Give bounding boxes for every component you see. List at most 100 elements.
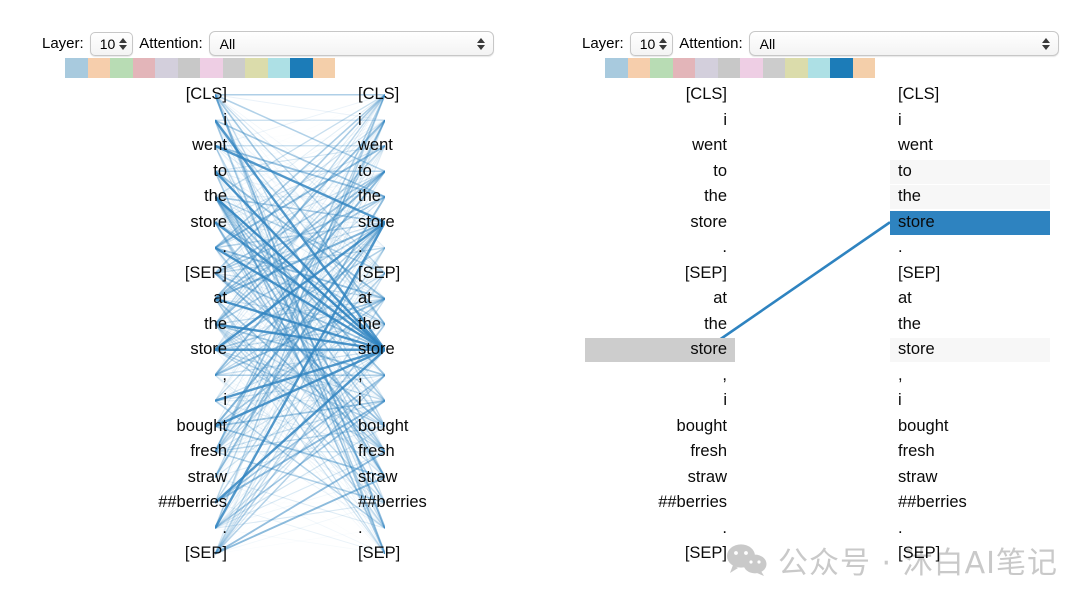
source-token-left-8[interactable]: at xyxy=(90,286,235,312)
target-token-left-13[interactable]: bought xyxy=(350,414,495,440)
target-token-right-16[interactable]: ##berries xyxy=(890,490,1050,516)
head-swatch-10[interactable] xyxy=(830,58,853,78)
stepper-arrows-icon[interactable] xyxy=(659,35,668,53)
layer-stepper-right[interactable]: 10 xyxy=(629,31,674,56)
target-token-left-11[interactable]: , xyxy=(350,363,495,389)
chevron-up-icon[interactable] xyxy=(119,37,128,43)
target-token-right-5[interactable]: store xyxy=(890,210,1050,236)
source-token-right-10[interactable]: store xyxy=(585,337,735,363)
chevron-down-icon[interactable] xyxy=(119,44,128,50)
head-swatch-11[interactable] xyxy=(312,58,335,78)
target-token-right-11[interactable]: , xyxy=(890,363,1050,389)
head-swatch-3[interactable] xyxy=(672,58,695,78)
target-token-right-7[interactable]: [SEP] xyxy=(890,261,1050,287)
head-color-strip-right[interactable] xyxy=(605,58,875,78)
select-arrows-icon[interactable] xyxy=(476,35,485,53)
head-swatch-1[interactable] xyxy=(87,58,110,78)
source-token-left-13[interactable]: bought xyxy=(90,414,235,440)
target-token-left-3[interactable]: to xyxy=(350,159,495,185)
head-swatch-6[interactable] xyxy=(200,58,223,78)
source-token-left-18[interactable]: [SEP] xyxy=(90,541,235,567)
token-label: store xyxy=(690,212,727,231)
target-token-right-14[interactable]: fresh xyxy=(890,439,1050,465)
chevron-down-icon[interactable] xyxy=(659,44,668,50)
source-token-left-15[interactable]: straw xyxy=(90,465,235,491)
target-token-right-13[interactable]: bought xyxy=(890,414,1050,440)
head-swatch-9[interactable] xyxy=(267,58,290,78)
target-token-left-17[interactable]: . xyxy=(350,516,495,542)
source-token-left-9[interactable]: the xyxy=(90,312,235,338)
target-token-left-9[interactable]: the xyxy=(350,312,495,338)
head-swatch-2[interactable] xyxy=(650,58,673,78)
source-token-left-11[interactable]: , xyxy=(90,363,235,389)
target-token-left-7[interactable]: [SEP] xyxy=(350,261,495,287)
head-swatch-8[interactable] xyxy=(785,58,808,78)
target-token-right-12[interactable]: i xyxy=(890,388,1050,414)
chevron-down-icon[interactable] xyxy=(1041,44,1050,50)
head-swatch-0[interactable] xyxy=(65,58,88,78)
chevron-up-icon[interactable] xyxy=(476,37,485,43)
target-token-left-18[interactable]: [SEP] xyxy=(350,541,495,567)
target-token-right-1[interactable]: i xyxy=(890,108,1050,134)
target-token-left-15[interactable]: straw xyxy=(350,465,495,491)
chevron-up-icon[interactable] xyxy=(659,37,668,43)
source-token-left-7[interactable]: [SEP] xyxy=(90,261,235,287)
target-token-right-8[interactable]: at xyxy=(890,286,1050,312)
source-token-left-10[interactable]: store xyxy=(90,337,235,363)
head-swatch-7[interactable] xyxy=(762,58,785,78)
target-token-left-10[interactable]: store xyxy=(350,337,495,363)
head-swatch-3[interactable] xyxy=(132,58,155,78)
target-token-right-6[interactable]: . xyxy=(890,235,1050,261)
source-token-left-6[interactable]: . xyxy=(90,235,235,261)
layer-stepper-left[interactable]: 10 xyxy=(89,31,134,56)
chevron-down-icon[interactable] xyxy=(476,44,485,50)
target-token-left-5[interactable]: store xyxy=(350,210,495,236)
target-token-left-6[interactable]: . xyxy=(350,235,495,261)
attention-select-right[interactable]: All xyxy=(748,31,1059,56)
attention-select-left[interactable]: All xyxy=(208,31,494,56)
target-token-right-0[interactable]: [CLS] xyxy=(890,82,1050,108)
chevron-up-icon[interactable] xyxy=(1041,37,1050,43)
source-token-left-0[interactable]: [CLS] xyxy=(90,82,235,108)
select-arrows-icon[interactable] xyxy=(1041,35,1050,53)
head-swatch-2[interactable] xyxy=(110,58,133,78)
source-token-left-3[interactable]: to xyxy=(90,159,235,185)
head-swatch-5[interactable] xyxy=(177,58,200,78)
target-token-left-4[interactable]: the xyxy=(350,184,495,210)
stepper-arrows-icon[interactable] xyxy=(119,35,128,53)
source-token-left-14[interactable]: fresh xyxy=(90,439,235,465)
source-token-left-5[interactable]: store xyxy=(90,210,235,236)
target-token-right-4[interactable]: the xyxy=(890,184,1050,210)
target-token-left-2[interactable]: went xyxy=(350,133,495,159)
source-token-left-17[interactable]: . xyxy=(90,516,235,542)
head-swatch-4[interactable] xyxy=(155,58,178,78)
target-token-left-0[interactable]: [CLS] xyxy=(350,82,495,108)
target-token-left-1[interactable]: i xyxy=(350,108,495,134)
target-token-right-10[interactable]: store xyxy=(890,337,1050,363)
source-token-left-4[interactable]: the xyxy=(90,184,235,210)
head-swatch-10[interactable] xyxy=(290,58,313,78)
target-token-right-2[interactable]: went xyxy=(890,133,1050,159)
target-token-right-15[interactable]: straw xyxy=(890,465,1050,491)
source-token-left-16[interactable]: ##berries xyxy=(90,490,235,516)
head-swatch-7[interactable] xyxy=(222,58,245,78)
source-token-left-1[interactable]: i xyxy=(90,108,235,134)
head-swatch-0[interactable] xyxy=(605,58,628,78)
head-swatch-1[interactable] xyxy=(627,58,650,78)
head-swatch-6[interactable] xyxy=(740,58,763,78)
target-token-left-8[interactable]: at xyxy=(350,286,495,312)
target-token-left-12[interactable]: i xyxy=(350,388,495,414)
head-swatch-5[interactable] xyxy=(717,58,740,78)
head-swatch-11[interactable] xyxy=(852,58,875,78)
target-token-left-16[interactable]: ##berries xyxy=(350,490,495,516)
head-swatch-8[interactable] xyxy=(245,58,268,78)
token-label: . xyxy=(722,238,727,256)
head-color-strip-left[interactable] xyxy=(65,58,335,78)
head-swatch-9[interactable] xyxy=(807,58,830,78)
source-token-left-12[interactable]: i xyxy=(90,388,235,414)
source-token-left-2[interactable]: went xyxy=(90,133,235,159)
target-token-left-14[interactable]: fresh xyxy=(350,439,495,465)
target-token-right-3[interactable]: to xyxy=(890,159,1050,185)
target-token-right-9[interactable]: the xyxy=(890,312,1050,338)
head-swatch-4[interactable] xyxy=(695,58,718,78)
